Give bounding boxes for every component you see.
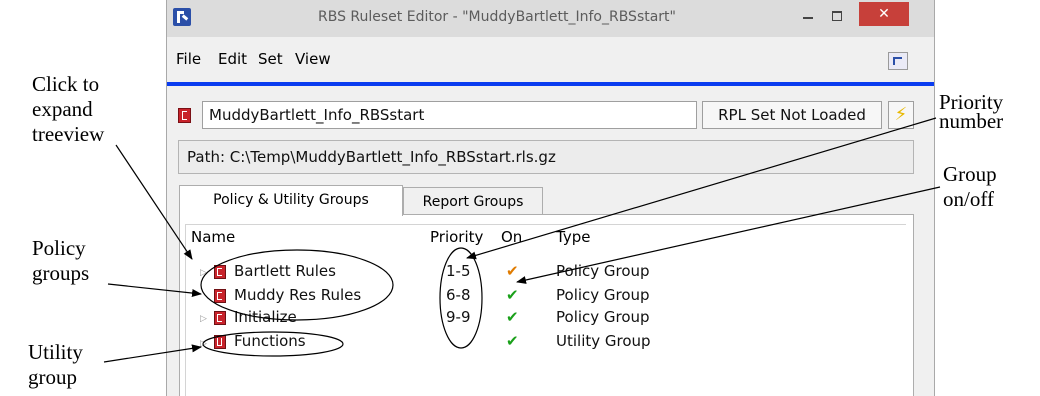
annotation-line: group (28, 365, 77, 389)
column-header-on[interactable]: On (501, 228, 522, 246)
annotation-line: Policy (32, 236, 86, 260)
path-display: Path: C:\Temp\MuddyBartlett_Info_RBSstar… (178, 140, 914, 174)
rpl-set-status-button[interactable]: RPL Set Not Loaded (702, 101, 882, 129)
annotation-line: Group (943, 162, 997, 186)
tab-policy-utility-groups[interactable]: Policy & Utility Groups (179, 185, 403, 216)
row-type: Policy Group (556, 286, 650, 304)
policy-group-icon (214, 265, 226, 279)
utility-group-icon (214, 335, 226, 349)
ruleset-editor-window: RBS Ruleset Editor - "MuddyBartlett_Info… (166, 0, 935, 396)
menu-bar: File Edit Set View (167, 37, 934, 83)
row-type: Utility Group (556, 332, 651, 350)
row-type: Policy Group (556, 262, 650, 280)
window-title: RBS Ruleset Editor - "MuddyBartlett_Info… (317, 9, 676, 25)
row-priority: 1-5 (446, 262, 471, 280)
accent-divider (167, 82, 934, 86)
annotation-line: Click to (32, 72, 100, 96)
row-name[interactable]: Muddy Res Rules (234, 286, 361, 304)
annotation-line: on/off (943, 187, 994, 211)
row-priority: 9-9 (446, 308, 471, 326)
menu-file[interactable]: File (176, 50, 201, 68)
row-name[interactable]: Initialize (234, 308, 297, 326)
annotation-line: groups (32, 261, 90, 285)
policy-group-icon (214, 311, 226, 325)
annotation-utility-group: Utility group (28, 340, 83, 390)
annotation-line: Utility (28, 340, 83, 364)
row-priority: 6-8 (446, 286, 471, 304)
checkmark-icon[interactable]: ✔ (506, 262, 519, 280)
annotation-line: treeview (32, 122, 105, 146)
minimize-button[interactable] (793, 6, 823, 28)
close-button[interactable]: ✕ (859, 2, 909, 26)
title-bar[interactable]: RBS Ruleset Editor - "MuddyBartlett_Info… (167, 0, 934, 37)
maximize-button[interactable] (822, 6, 852, 28)
annotation-priority-number: Priority number (939, 90, 1003, 134)
annotation-expand-treeview: Click to expand treeview (32, 72, 104, 147)
tab-report-groups[interactable]: Report Groups (403, 187, 543, 214)
column-header-priority[interactable]: Priority (430, 228, 483, 246)
menu-edit[interactable]: Edit (218, 50, 247, 68)
row-name[interactable]: Bartlett Rules (234, 262, 336, 280)
annotation-line: expand (32, 97, 93, 121)
expand-arrow-icon[interactable]: ▷ (200, 314, 207, 324)
lightning-icon[interactable]: ⚡ (888, 101, 914, 129)
checkmark-icon[interactable]: ✔ (506, 332, 519, 350)
annotation-group-onoff: Group on/off (943, 162, 997, 212)
column-header-type[interactable]: Type (556, 228, 590, 246)
expand-arrow-icon[interactable]: ▷ (200, 339, 207, 349)
policy-group-icon (214, 289, 226, 303)
row-name[interactable]: Functions (234, 332, 306, 350)
rbs-toolbar-icon-button[interactable] (888, 52, 908, 70)
menu-set[interactable]: Set (258, 50, 283, 68)
ruleset-name-field[interactable]: MuddyBartlett_Info_RBSstart (202, 101, 697, 129)
rbs-app-icon[interactable] (173, 8, 191, 26)
checkmark-icon[interactable]: ✔ (506, 308, 519, 326)
row-type: Policy Group (556, 308, 650, 326)
checkmark-icon[interactable]: ✔ (506, 286, 519, 304)
annotation-line: number (939, 109, 1004, 133)
column-header-name[interactable]: Name (191, 228, 235, 246)
menu-view[interactable]: View (295, 50, 331, 68)
expand-arrow-icon[interactable]: ▷ (200, 268, 207, 278)
annotation-policy-groups: Policy groups (32, 236, 89, 286)
ruleset-icon (178, 108, 191, 123)
